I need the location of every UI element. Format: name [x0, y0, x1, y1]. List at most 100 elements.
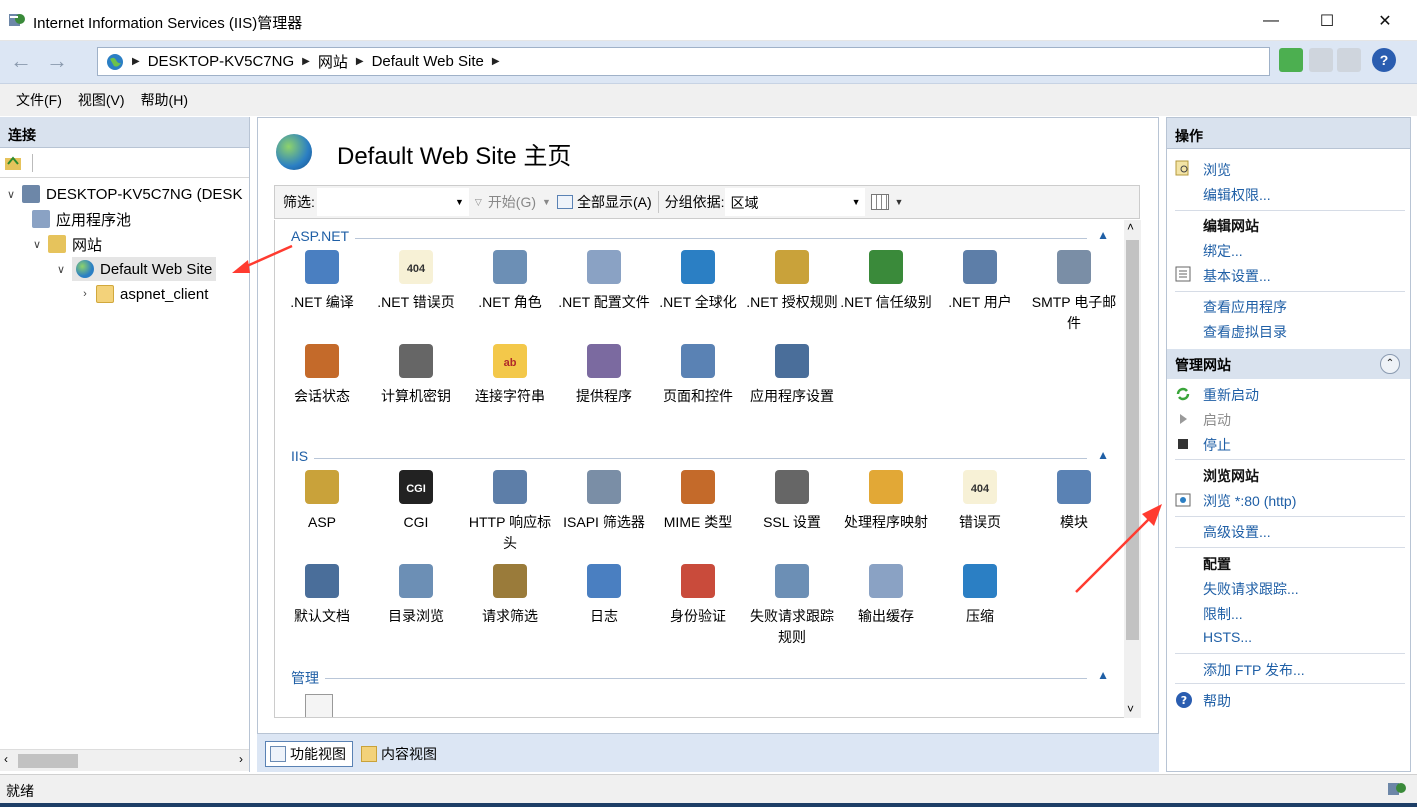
action-hsts[interactable]: HSTS... [1203, 629, 1252, 645]
scroll-thumb[interactable] [18, 754, 78, 768]
horizontal-scrollbar[interactable]: ‹ › [0, 749, 249, 771]
connect-icon[interactable] [4, 154, 22, 172]
feature-tile[interactable]: 提供程序 [557, 344, 651, 407]
back-arrow-icon[interactable]: ← [6, 49, 36, 75]
feature-tile[interactable]: ASP [275, 470, 369, 533]
feature-tile[interactable]: .NET 信任级别 [839, 250, 933, 313]
feature-tile[interactable]: .NET 角色 [463, 250, 557, 313]
filter-input[interactable]: ▼ [316, 188, 469, 216]
tree-node-default-site[interactable]: ∨ Default Web Site [54, 257, 217, 281]
close-button[interactable]: ✕ [1362, 6, 1408, 36]
feature-tile[interactable]: .NET 全球化 [651, 250, 745, 313]
feature-tile[interactable]: 页面和控件 [651, 344, 745, 407]
tab-features-view[interactable]: 功能视图 [265, 741, 353, 767]
scroll-thumb[interactable] [1126, 240, 1139, 640]
feature-tile[interactable]: 失败请求跟踪规则 [745, 564, 839, 648]
feature-tile[interactable]: 请求筛选 [463, 564, 557, 627]
start-filter-button[interactable]: 开始(G) [488, 192, 536, 212]
dropdown-arrow-icon[interactable]: ▼ [852, 197, 861, 207]
tab-content-view[interactable]: 内容视图 [357, 741, 443, 767]
breadcrumb-server[interactable]: DESKTOP-KV5C7NG [148, 53, 294, 70]
home-icon[interactable] [1337, 48, 1361, 72]
dropdown-arrow-icon[interactable]: ▼ [895, 197, 904, 207]
collapse-group-icon[interactable]: ▲ [1097, 448, 1109, 462]
maximize-button[interactable]: ☐ [1304, 6, 1350, 36]
collapse-chevron-icon[interactable]: ∨ [4, 188, 18, 201]
feature-tile[interactable]: 身份验证 [651, 564, 745, 627]
action-limits[interactable]: 限制... [1203, 604, 1243, 624]
tree-node-aspnet-client[interactable]: › aspnet_client [78, 282, 208, 306]
show-all-button[interactable]: 全部显示(A) [577, 192, 652, 212]
breadcrumb-site[interactable]: Default Web Site [372, 53, 484, 70]
action-failed-request-tracing[interactable]: 失败请求跟踪... [1203, 579, 1299, 599]
feature-tile[interactable]: 404 错误页 [933, 470, 1027, 533]
action-edit-permissions[interactable]: 编辑权限... [1203, 185, 1271, 205]
menu-view[interactable]: 视图(V) [78, 90, 125, 110]
breadcrumb-sites[interactable]: 网站 [318, 51, 348, 72]
feature-tile[interactable]: 模块 [1027, 470, 1121, 533]
tree-node-app-pools[interactable]: 应用程序池 [32, 207, 131, 231]
menu-file[interactable]: 文件(F) [16, 90, 62, 110]
action-view-vdirs[interactable]: 查看虚拟目录 [1203, 322, 1287, 342]
feature-tile[interactable]: ISAPI 筛选器 [557, 470, 651, 533]
collapse-chevron-icon[interactable]: ∨ [30, 238, 44, 251]
help-icon[interactable]: ? [1372, 48, 1396, 72]
feature-tile[interactable]: 计算机密钥 [369, 344, 463, 407]
action-browse-80[interactable]: 浏览 *:80 (http) [1203, 491, 1296, 511]
feature-tile[interactable]: 日志 [557, 564, 651, 627]
forward-arrow-icon[interactable]: → [42, 49, 72, 75]
feature-tile[interactable]: 应用程序设置 [745, 344, 839, 407]
action-basic-settings[interactable]: 基本设置... [1203, 266, 1271, 286]
action-help[interactable]: 帮助 [1203, 691, 1231, 711]
collapse-group-icon[interactable]: ▲ [1097, 668, 1109, 682]
action-stop[interactable]: 停止 [1203, 435, 1231, 455]
scroll-down-icon[interactable]: ˅ [1127, 702, 1134, 716]
action-advanced-settings[interactable]: 高级设置... [1203, 522, 1271, 542]
feature-tile[interactable]: SSL 设置 [745, 470, 839, 533]
view-mode-icon[interactable] [870, 194, 889, 210]
stop-icon[interactable] [1309, 48, 1333, 72]
management-feature-icon[interactable] [305, 694, 333, 717]
collapse-group-icon[interactable]: ▲ [1097, 228, 1109, 242]
feature-tile[interactable]: 输出缓存 [839, 564, 933, 627]
collapse-section-icon[interactable]: ⌃ [1380, 354, 1400, 374]
funnel-icon: ▽ [474, 196, 482, 207]
feature-tile[interactable]: CGI CGI [369, 470, 463, 533]
feature-tile[interactable]: .NET 配置文件 [557, 250, 651, 313]
scroll-left-icon[interactable]: ‹ [4, 752, 8, 766]
feature-tile[interactable]: .NET 用户 [933, 250, 1027, 313]
scroll-right-icon[interactable]: › [239, 752, 243, 766]
dropdown-arrow-icon[interactable]: ▼ [455, 197, 464, 207]
menu-help[interactable]: 帮助(H) [141, 90, 188, 110]
feature-tile[interactable]: 会话状态 [275, 344, 369, 407]
tree-node-server[interactable]: ∨ DESKTOP-KV5C7NG (DESK [4, 182, 242, 206]
refresh-icon[interactable] [1279, 48, 1303, 72]
action-browse[interactable]: 浏览 [1203, 160, 1231, 180]
feature-tile[interactable]: .NET 编译 [275, 250, 369, 313]
feature-tile[interactable]: 处理程序映射 [839, 470, 933, 533]
feature-tile[interactable]: SMTP 电子邮件 [1027, 250, 1121, 334]
feature-tile[interactable]: ab 连接字符串 [463, 344, 557, 407]
group-by-select[interactable]: 区域 ▼ [724, 188, 865, 216]
action-add-ftp[interactable]: 添加 FTP 发布... [1203, 660, 1305, 680]
address-bar[interactable]: ▶ DESKTOP-KV5C7NG ▶ 网站 ▶ Default Web Sit… [97, 47, 1270, 76]
feature-tile[interactable]: MIME 类型 [651, 470, 745, 533]
feature-tile[interactable]: 压缩 [933, 564, 1027, 627]
action-restart[interactable]: 重新启动 [1203, 385, 1259, 405]
tree-node-sites[interactable]: ∨ 网站 [30, 232, 102, 256]
expand-chevron-icon[interactable]: › [78, 288, 92, 300]
feature-label: .NET 授权规则 [746, 294, 838, 310]
vertical-scrollbar[interactable]: ˄ ˅ [1124, 220, 1141, 718]
feature-tile[interactable]: 404 .NET 错误页 [369, 250, 463, 313]
action-bindings[interactable]: 绑定... [1203, 241, 1243, 261]
minimize-button[interactable]: — [1248, 6, 1294, 36]
feature-tile[interactable]: 默认文档 [275, 564, 369, 627]
feature-tile[interactable]: HTTP 响应标头 [463, 470, 557, 554]
action-start[interactable]: 启动 [1203, 410, 1231, 430]
feature-tile[interactable]: .NET 授权规则 [745, 250, 839, 313]
scroll-up-icon[interactable]: ˄ [1127, 220, 1134, 234]
collapse-chevron-icon[interactable]: ∨ [54, 263, 68, 276]
action-view-apps[interactable]: 查看应用程序 [1203, 297, 1287, 317]
dropdown-arrow-icon[interactable]: ▼ [542, 197, 551, 207]
feature-tile[interactable]: 目录浏览 [369, 564, 463, 627]
